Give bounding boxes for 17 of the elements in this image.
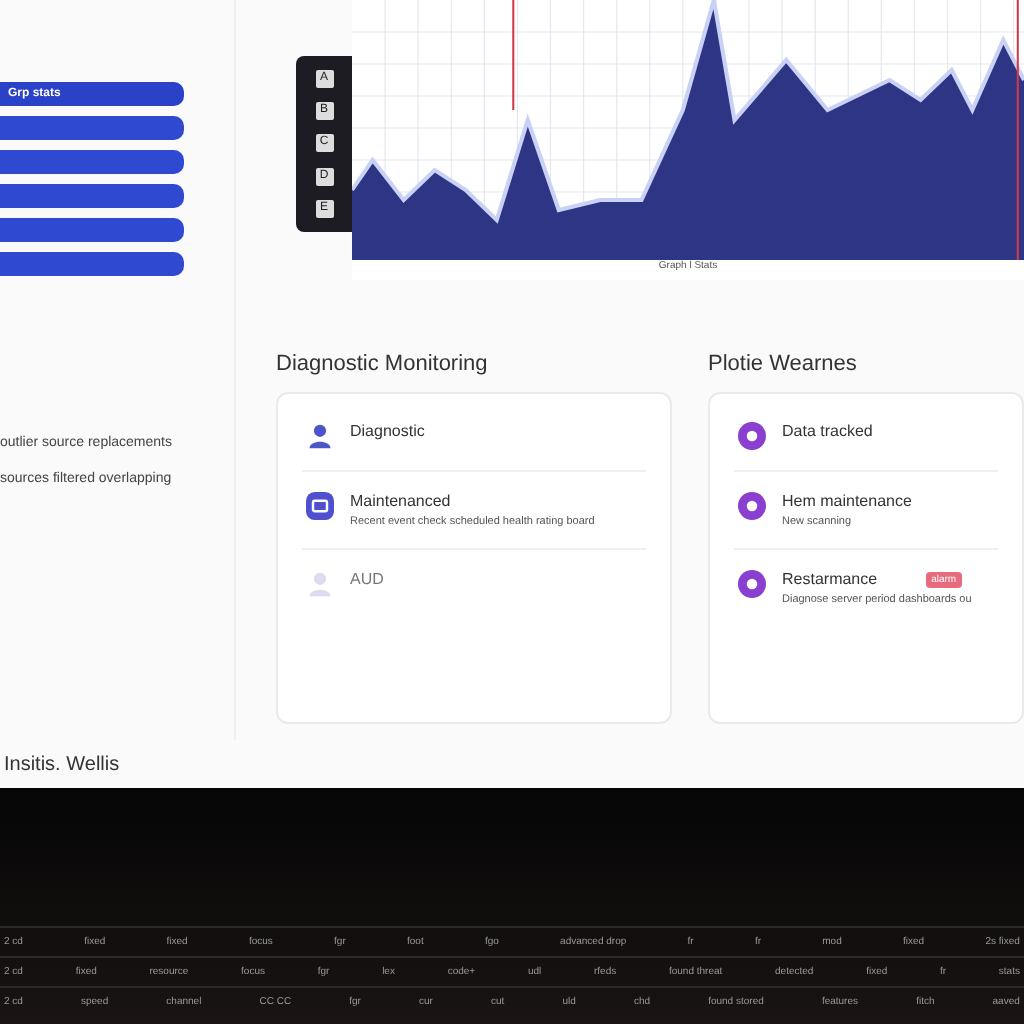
item-title: AUD	[350, 570, 384, 588]
sidebar-item[interactable]	[0, 116, 184, 140]
status-icon	[738, 570, 766, 598]
sidebar-item[interactable]	[0, 184, 184, 208]
item-title: Hem maintenance	[782, 492, 912, 510]
item-title: Maintenanced	[350, 492, 453, 510]
status-icon	[738, 422, 766, 450]
status-icon	[738, 492, 766, 520]
item-title: Data tracked	[782, 422, 873, 440]
sidebar-item[interactable]	[0, 218, 184, 242]
sidebar-item[interactable]	[0, 150, 184, 174]
sidebar-item[interactable]	[0, 252, 184, 276]
item-title: Diagnostic	[350, 422, 425, 440]
section-title: Diagnostic Monitoring	[276, 352, 490, 376]
section-title: Plotie Wearnes	[708, 352, 859, 376]
section-title: Insitis. Wellis	[2, 752, 122, 780]
item-title: Restarmance	[782, 570, 878, 588]
